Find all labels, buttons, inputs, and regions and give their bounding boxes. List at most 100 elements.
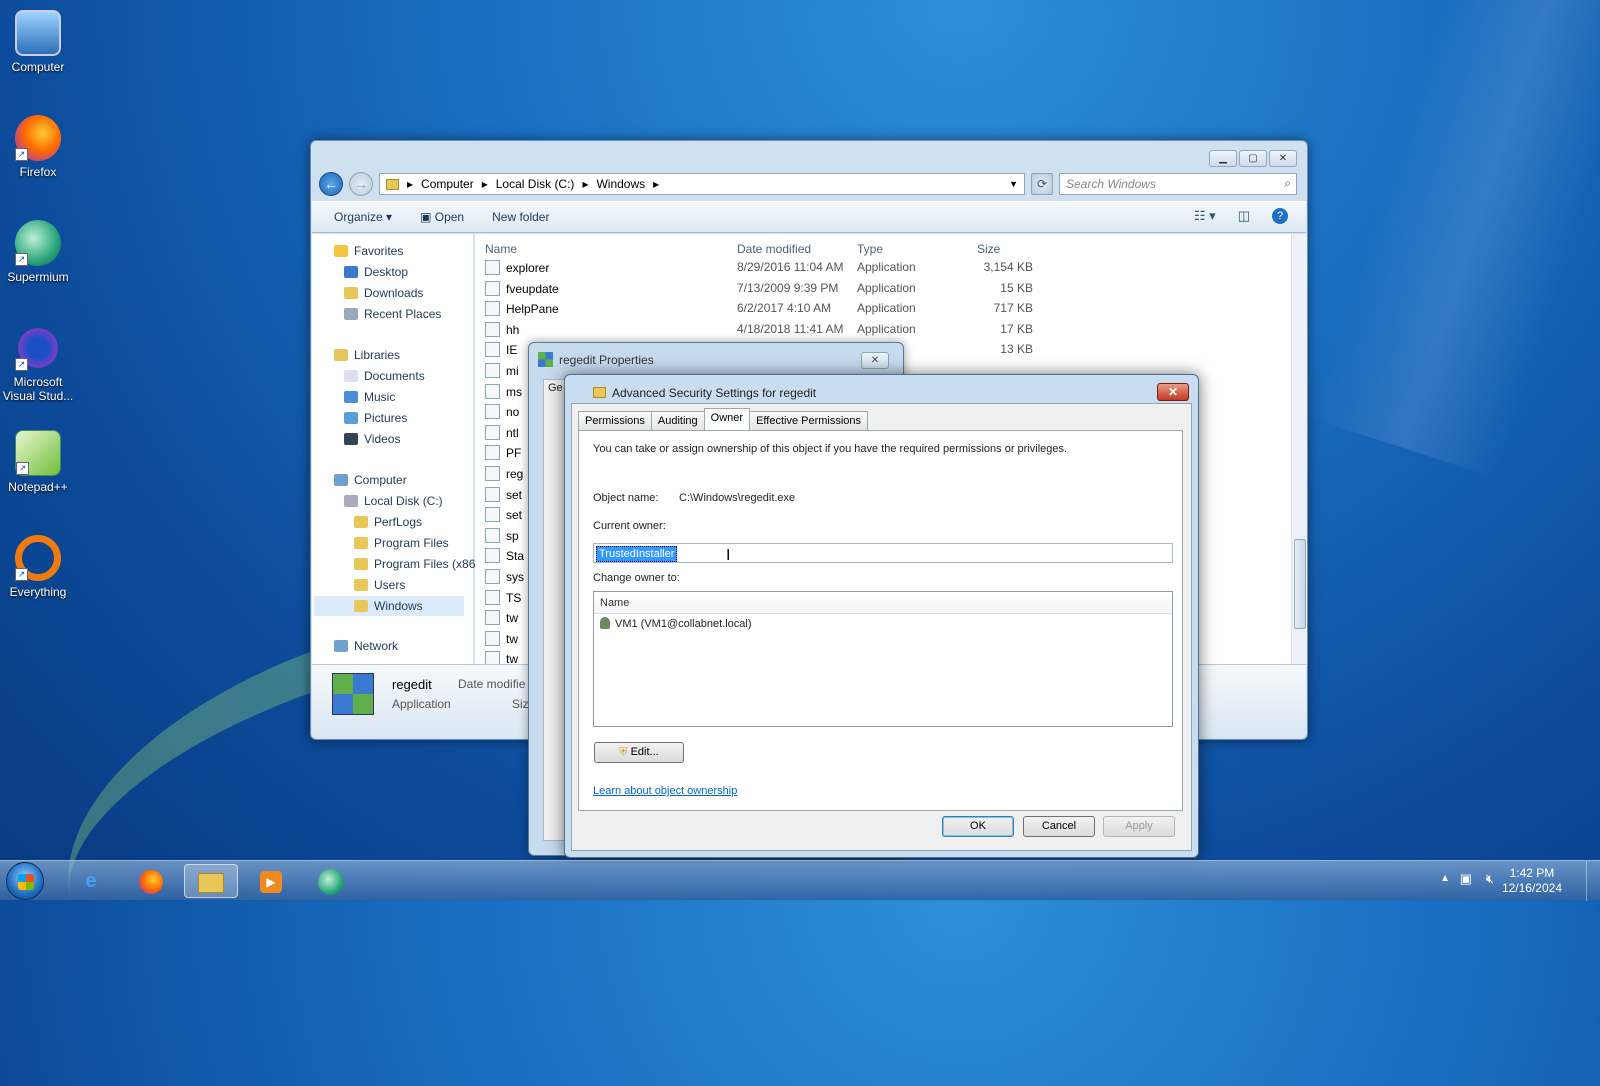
refresh-icon[interactable]: ⟳ bbox=[1031, 173, 1053, 195]
speaker-muted-icon[interactable]: 🔇︎ bbox=[1486, 871, 1494, 887]
desktop-icon-supermium[interactable]: ↗ Supermium bbox=[2, 220, 74, 284]
file-name-text: set bbox=[506, 487, 523, 502]
regedit-small-icon bbox=[538, 352, 553, 367]
desktop-icon bbox=[344, 266, 358, 278]
cancel-button[interactable]: Cancel bbox=[1023, 816, 1095, 837]
nav-network[interactable]: Network bbox=[334, 639, 398, 653]
minimize-button[interactable]: ▁ bbox=[1209, 150, 1237, 167]
list-item[interactable]: VM1 (VM1@collabnet.local) bbox=[594, 614, 1172, 633]
folder-icon bbox=[386, 178, 399, 190]
details-type: Application bbox=[392, 697, 451, 711]
taskbar-firefox[interactable] bbox=[124, 864, 178, 898]
new-folder-button[interactable]: New folder bbox=[492, 210, 549, 224]
column-name[interactable]: Name bbox=[485, 242, 517, 256]
network-icon[interactable]: ▣ bbox=[1460, 871, 1472, 887]
start-button[interactable] bbox=[6, 862, 44, 900]
notepadpp-icon: ↗ bbox=[15, 430, 61, 476]
organize-button[interactable]: Organize ▾ bbox=[334, 210, 392, 224]
wallpaper-light bbox=[1307, 0, 1600, 479]
nav-videos[interactable]: Videos bbox=[344, 432, 400, 446]
nav-recent-places[interactable]: Recent Places bbox=[344, 307, 441, 321]
nav-windows[interactable]: Windows bbox=[314, 596, 464, 616]
desktop-icon-everything[interactable]: ↗ Everything bbox=[2, 535, 74, 599]
nav-perflogs[interactable]: PerfLogs bbox=[354, 515, 422, 529]
file-size: 13 KB bbox=[1000, 342, 1033, 357]
search-icon[interactable]: ⌕ bbox=[1284, 176, 1291, 191]
nav-users[interactable]: Users bbox=[354, 578, 405, 592]
chevron-down-icon[interactable]: ▼ bbox=[1009, 179, 1018, 189]
file-name: fveupdate bbox=[485, 280, 559, 296]
nav-program-files[interactable]: Program Files bbox=[354, 536, 449, 550]
view-options-icon[interactable]: ☷ ▾ bbox=[1194, 208, 1216, 224]
preview-pane-icon[interactable]: ◫ bbox=[1238, 208, 1250, 224]
desktop-icon-firefox[interactable]: ↗ Firefox bbox=[2, 115, 74, 179]
supermium-icon bbox=[318, 868, 344, 895]
properties-title: regedit Properties bbox=[559, 353, 654, 367]
taskbar-ie[interactable]: e bbox=[64, 864, 118, 898]
current-owner-field[interactable]: TrustedInstaller bbox=[593, 543, 1173, 563]
breadcrumb-separator: ▸ bbox=[582, 177, 589, 191]
file-name-text: reg bbox=[506, 467, 524, 481]
taskbar-supermium[interactable] bbox=[304, 864, 358, 898]
nav-libraries[interactable]: Libraries bbox=[334, 348, 400, 362]
open-button[interactable]: ▣ Open bbox=[420, 210, 464, 224]
back-button[interactable]: ← bbox=[319, 172, 343, 196]
desktop-icon-computer[interactable]: Computer bbox=[2, 10, 74, 74]
column-type[interactable]: Type bbox=[857, 242, 883, 256]
scroll-thumb[interactable] bbox=[1294, 539, 1306, 629]
file-size: 17 KB bbox=[1000, 321, 1033, 336]
text-cursor: I bbox=[726, 547, 731, 564]
taskbar-media-player[interactable]: ▶ bbox=[244, 864, 298, 898]
nav-downloads[interactable]: Downloads bbox=[344, 286, 423, 300]
show-desktop-button[interactable] bbox=[1586, 861, 1600, 901]
ok-button[interactable]: OK bbox=[942, 816, 1014, 837]
desktop-icon-notepadpp[interactable]: ↗ Notepad++ bbox=[2, 430, 74, 494]
apply-button[interactable]: Apply bbox=[1103, 816, 1175, 837]
maximize-button[interactable]: ▢ bbox=[1239, 150, 1267, 167]
properties-close-button[interactable]: ✕ bbox=[861, 352, 889, 369]
breadcrumb-windows[interactable]: Windows bbox=[596, 177, 645, 191]
forward-button[interactable]: → bbox=[349, 172, 373, 196]
file-icon bbox=[485, 569, 500, 584]
nav-program-files-x86[interactable]: Program Files (x86 bbox=[354, 557, 475, 571]
tab-owner[interactable]: Owner bbox=[703, 408, 751, 430]
tab-auditing[interactable]: Auditing bbox=[650, 411, 705, 430]
nav-desktop[interactable]: Desktop bbox=[344, 265, 408, 279]
object-name-value: C:\Windows\regedit.exe bbox=[679, 492, 796, 504]
file-name: TS bbox=[485, 589, 521, 605]
tab-effective-permissions[interactable]: Effective Permissions bbox=[749, 411, 869, 430]
column-date[interactable]: Date modified bbox=[737, 242, 811, 256]
show-hidden-icons[interactable]: ▲ bbox=[1440, 873, 1450, 884]
file-name: set bbox=[485, 507, 523, 523]
file-name: ntl bbox=[485, 424, 519, 440]
nav-computer[interactable]: Computer bbox=[334, 473, 407, 487]
desktop-icon-visual-studio[interactable]: ↗ Microsoft Visual Stud... bbox=[2, 325, 74, 403]
taskbar-explorer[interactable] bbox=[184, 864, 238, 898]
list-item-label: VM1 (VM1@collabnet.local) bbox=[615, 618, 752, 630]
file-type: Application bbox=[857, 301, 916, 316]
edit-button[interactable]: ⛨ Edit... bbox=[594, 742, 684, 763]
nav-local-disk[interactable]: Local Disk (C:) bbox=[344, 494, 443, 508]
nav-pictures[interactable]: Pictures bbox=[344, 411, 407, 425]
nav-favorites[interactable]: Favorites bbox=[334, 244, 403, 258]
column-size[interactable]: Size bbox=[977, 242, 1000, 256]
search-input[interactable]: Search Windows ⌕ bbox=[1059, 173, 1297, 195]
file-name-text: set bbox=[506, 508, 523, 523]
nav-label: Music bbox=[364, 390, 396, 404]
learn-ownership-link[interactable]: Learn about object ownership bbox=[593, 785, 737, 797]
nav-music[interactable]: Music bbox=[344, 390, 395, 404]
owner-list[interactable]: Name VM1 (VM1@collabnet.local) bbox=[593, 591, 1173, 727]
address-bar[interactable]: ▸ Computer ▸ Local Disk (C:) ▸ Windows ▸… bbox=[379, 173, 1025, 195]
desktop-icon-label: Notepad++ bbox=[8, 480, 68, 494]
nav-documents[interactable]: Documents bbox=[344, 369, 425, 383]
clock[interactable]: 1:42 PM 12/16/2024 bbox=[1502, 866, 1562, 896]
help-icon[interactable]: ? bbox=[1272, 208, 1288, 224]
breadcrumb-local-disk[interactable]: Local Disk (C:) bbox=[496, 177, 575, 191]
file-icon bbox=[485, 445, 500, 461]
owner-list-header[interactable]: Name bbox=[594, 592, 1172, 614]
dialog-close-button[interactable]: ✕ bbox=[1157, 383, 1189, 401]
vertical-scrollbar[interactable] bbox=[1291, 234, 1307, 664]
tab-permissions[interactable]: Permissions bbox=[578, 411, 652, 430]
close-button[interactable]: ✕ bbox=[1269, 150, 1297, 167]
breadcrumb-computer[interactable]: Computer bbox=[421, 177, 474, 191]
